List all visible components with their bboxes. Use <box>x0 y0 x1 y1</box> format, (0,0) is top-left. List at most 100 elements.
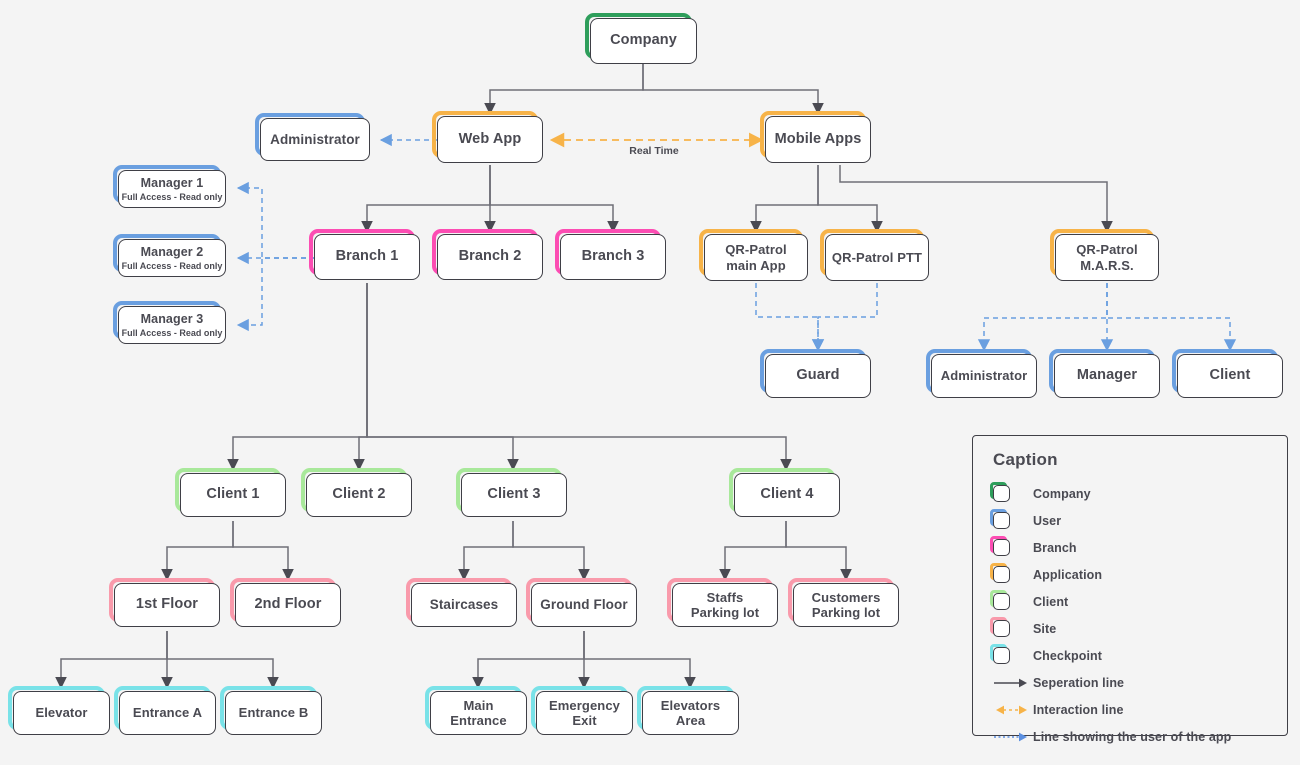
node-label: Manager 1 <box>140 175 204 190</box>
diagram-canvas: Company Web App Mobile Apps Administrato… <box>0 0 1300 765</box>
legend-item-label: User <box>1033 513 1062 528</box>
node-branch-2[interactable]: Branch 2 <box>432 229 543 280</box>
edge-label-real-time: Real Time <box>629 145 679 157</box>
legend-item-label: Client <box>1033 594 1069 609</box>
node-face: Elevators Area <box>642 691 739 735</box>
node-manager-mobile[interactable]: Manager <box>1049 349 1160 398</box>
node-manager-1[interactable]: Manager 1 Full Access - Read only <box>113 165 226 208</box>
node-label: Branch 3 <box>581 248 645 265</box>
legend-box-swatch-icon <box>990 563 1033 583</box>
legend-item: Application <box>990 561 1269 588</box>
legend-item-label: Application <box>1033 567 1103 582</box>
legend-item: User <box>990 507 1269 534</box>
node-customers-parking-lot[interactable]: Customers Parking lot <box>788 578 899 627</box>
node-sublabel: Full Access - Read only <box>121 327 223 338</box>
edge-mobileapps-qrmars <box>839 165 1113 233</box>
legend-item: Client <box>990 588 1269 615</box>
node-face: Client 3 <box>461 473 567 517</box>
edge-webapp-branch1 <box>361 165 491 233</box>
node-staircases[interactable]: Staircases <box>406 578 517 627</box>
node-face: Client 2 <box>306 473 412 517</box>
node-face: Client <box>1177 354 1283 398</box>
node-face: Branch 1 <box>314 234 420 280</box>
node-elevator[interactable]: Elevator <box>8 686 110 735</box>
legend-item-label: Line showing the user of the app <box>1033 729 1232 744</box>
node-mobile-apps[interactable]: Mobile Apps <box>760 111 871 163</box>
edge-branch1-client1 <box>227 283 368 471</box>
node-guard[interactable]: Guard <box>760 349 871 398</box>
edge-client1-floor1 <box>161 521 234 581</box>
node-label: Ground Floor <box>540 597 628 613</box>
edge-company-mobileapps <box>642 64 824 115</box>
node-qr-patrol-mars[interactable]: QR-Patrol M.A.R.S. <box>1050 229 1159 281</box>
node-branch-1[interactable]: Branch 1 <box>309 229 420 280</box>
node-client-1[interactable]: Client 1 <box>175 468 286 517</box>
edge-client3-groundfloor <box>512 521 590 581</box>
node-label: QR-Patrol PTT <box>831 249 923 265</box>
edge-webapp-branch3 <box>489 165 619 233</box>
node-branch-3[interactable]: Branch 3 <box>555 229 666 280</box>
node-face: Web App <box>437 116 543 163</box>
legend-swatch-icon <box>990 482 1010 502</box>
node-label: Administrator <box>940 368 1028 384</box>
node-manager-2[interactable]: Manager 2 Full Access - Read only <box>113 234 226 277</box>
node-qr-patrol-main-app[interactable]: QR-Patrol main App <box>699 229 808 281</box>
node-sublabel: Full Access - Read only <box>121 191 223 202</box>
node-face: Staffs Parking lot <box>672 583 778 627</box>
node-client-mobile[interactable]: Client <box>1172 349 1283 398</box>
node-face: Emergency Exit <box>536 691 633 735</box>
node-manager-3[interactable]: Manager 3 Full Access - Read only <box>113 301 226 344</box>
node-label: Manager 3 <box>140 311 204 326</box>
legend-item-label: Company <box>1033 486 1091 501</box>
node-label: 1st Floor <box>135 596 199 613</box>
legend-item: Interaction line <box>991 696 1269 723</box>
legend-swatch-icon <box>990 509 1010 529</box>
node-web-app[interactable]: Web App <box>432 111 543 163</box>
legend-item: Site <box>990 615 1269 642</box>
edge-client4-staffsparking <box>719 521 787 581</box>
node-face: Manager 3 Full Access - Read only <box>118 306 226 344</box>
node-face: QR-Patrol main App <box>704 234 808 281</box>
node-label: QR-Patrol main App <box>725 242 787 273</box>
node-1st-floor[interactable]: 1st Floor <box>109 578 220 627</box>
edge-branch1-client2 <box>353 283 368 471</box>
node-qr-patrol-ptt[interactable]: QR-Patrol PTT <box>820 229 929 281</box>
edge-branch1-manager3 <box>236 257 315 332</box>
node-administrator-mobile[interactable]: Administrator <box>926 349 1037 398</box>
node-ground-floor[interactable]: Ground Floor <box>526 578 637 627</box>
edge-qrmars-client <box>1106 283 1237 352</box>
node-elevators-area[interactable]: Elevators Area <box>637 686 739 735</box>
edge-client3-staircases <box>458 521 514 581</box>
node-main-entrance[interactable]: Main Entrance <box>425 686 527 735</box>
node-entrance-b[interactable]: Entrance B <box>220 686 322 735</box>
edge-qrptt-guard <box>811 283 878 352</box>
node-face: Branch 3 <box>560 234 666 280</box>
legend-item: Line showing the user of the app <box>991 723 1269 750</box>
node-client-4[interactable]: Client 4 <box>729 468 840 517</box>
node-face: QR-Patrol M.A.R.S. <box>1055 234 1159 281</box>
node-label: Manager <box>1076 367 1138 384</box>
node-label: Client 4 <box>760 486 814 503</box>
node-label: 2nd Floor <box>254 596 322 613</box>
node-label: Client 1 <box>206 486 260 503</box>
legend-box-swatch-icon <box>990 482 1033 502</box>
node-face: Client 1 <box>180 473 286 517</box>
node-client-2[interactable]: Client 2 <box>301 468 412 517</box>
node-face: Client 4 <box>734 473 840 517</box>
node-company[interactable]: Company <box>585 13 697 64</box>
node-label: Manager 2 <box>140 244 204 259</box>
node-client-3[interactable]: Client 3 <box>456 468 567 517</box>
node-face: Company <box>590 18 697 64</box>
node-label: Client 3 <box>487 486 541 503</box>
node-2nd-floor[interactable]: 2nd Floor <box>230 578 341 627</box>
node-administrator-web[interactable]: Administrator <box>255 113 370 161</box>
legend-item: Company <box>990 480 1269 507</box>
legend-box-swatch-icon <box>990 509 1033 529</box>
node-face: Administrator <box>260 118 370 161</box>
node-label: Elevators Area <box>660 697 721 728</box>
node-staffs-parking-lot[interactable]: Staffs Parking lot <box>667 578 778 627</box>
node-face: Manager 2 Full Access - Read only <box>118 239 226 277</box>
node-entrance-a[interactable]: Entrance A <box>114 686 216 735</box>
node-face: Branch 2 <box>437 234 543 280</box>
node-emergency-exit[interactable]: Emergency Exit <box>531 686 633 735</box>
